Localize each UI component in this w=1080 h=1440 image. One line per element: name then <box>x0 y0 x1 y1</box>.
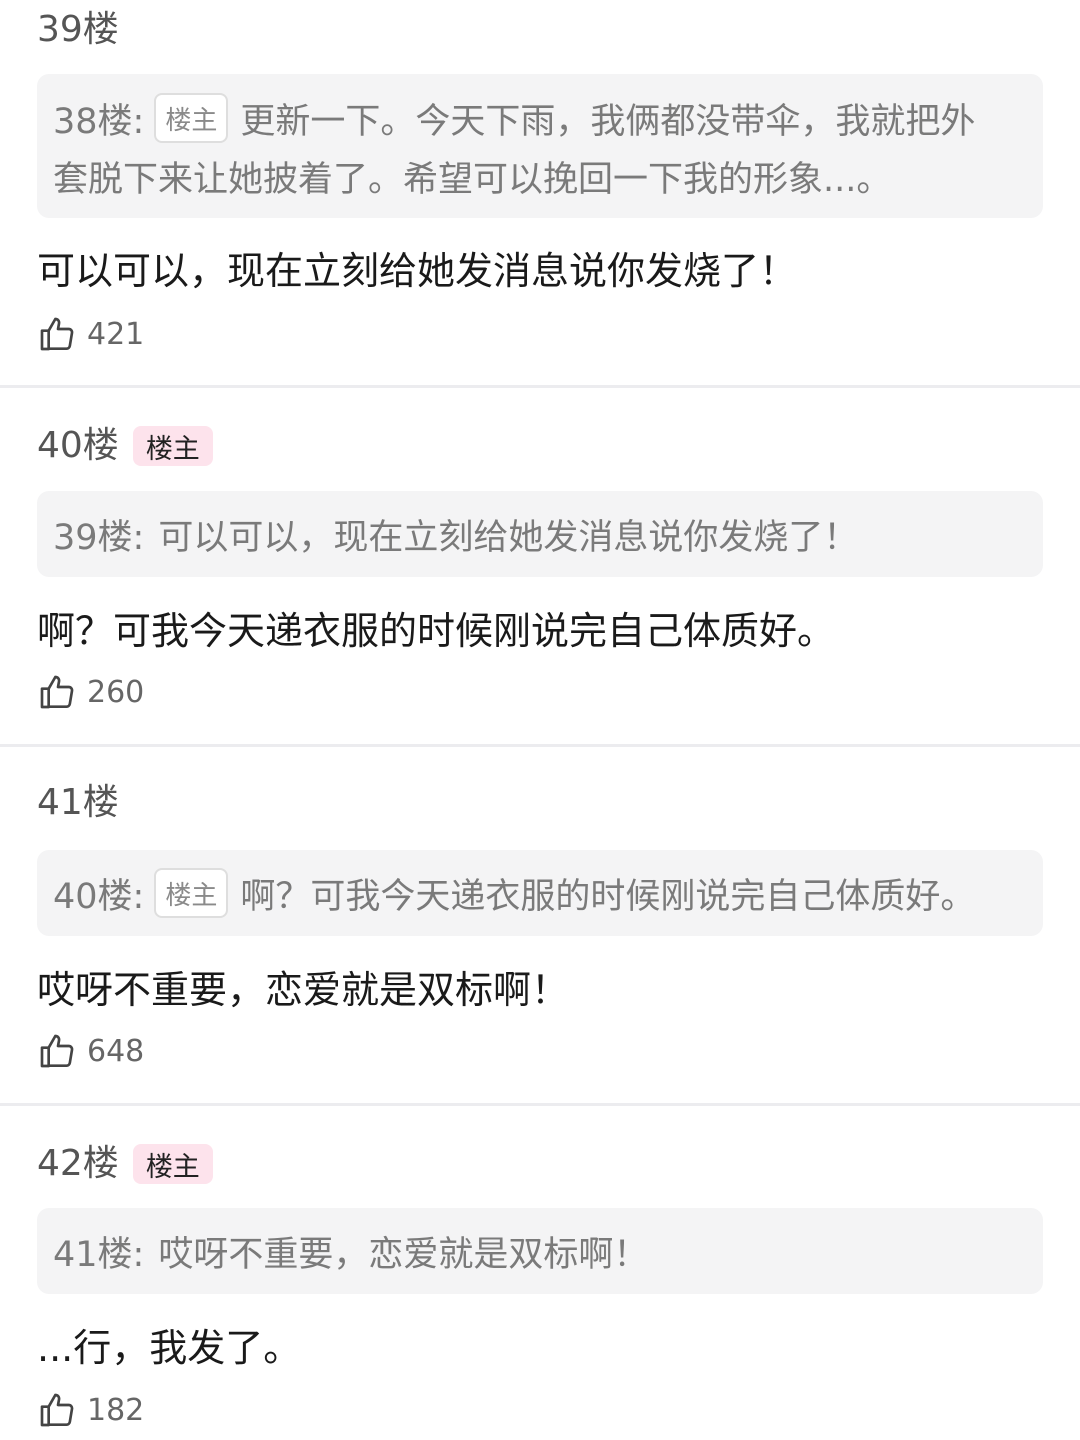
like-button[interactable]: 260 <box>37 672 144 712</box>
post-40: 40楼 楼主 39楼: 可以可以，现在立刻给她发消息说你发烧了！ 啊？可我今天递… <box>0 388 1080 744</box>
post-42: 42楼 楼主 41楼: 哎呀不重要，恋爱就是双标啊！ ...行，我发了。 182 <box>0 1106 1080 1440</box>
thumbs-up-icon <box>40 1393 74 1427</box>
like-count: 260 <box>87 674 145 710</box>
quote-text-line2: 套脱下来让她披着了。希望可以挽回一下我的形象...。 <box>53 159 892 200</box>
quote-op-badge: 楼主 <box>154 93 229 143</box>
quote-op-badge: 楼主 <box>154 868 229 918</box>
floor-header: 41楼 <box>37 785 119 821</box>
quote-text: 可以可以，现在立刻给她发消息说你发烧了！ <box>158 517 859 558</box>
quote-text: 啊？可我今天递衣服的时候刚说完自己体质好。 <box>240 876 976 917</box>
quote-ref: 39楼: <box>53 517 145 558</box>
reply-text: 哎呀不重要，恋爱就是双标啊！ <box>37 968 570 1012</box>
post-41: 41楼 40楼: 楼主 啊？可我今天递衣服的时候刚说完自己体质好。 哎呀不重要，… <box>0 747 1080 1103</box>
quoted-reply[interactable]: 41楼: 哎呀不重要，恋爱就是双标啊！ <box>37 1208 1043 1294</box>
quote-ref: 40楼: <box>53 876 145 917</box>
quoted-reply[interactable]: 39楼: 可以可以，现在立刻给她发消息说你发烧了！ <box>37 491 1043 577</box>
like-count: 648 <box>87 1033 145 1069</box>
thumbs-up-icon <box>40 317 74 351</box>
floor-header: 40楼 楼主 <box>37 426 213 466</box>
reply-text: 啊？可我今天递衣服的时候刚说完自己体质好。 <box>37 609 836 653</box>
floor-header: 39楼 <box>37 12 119 48</box>
like-button[interactable]: 421 <box>37 314 144 354</box>
thumbs-up-icon <box>40 675 74 709</box>
post-39: 39楼 38楼: 楼主 更新一下。今天下雨，我俩都没带伞，我就把外 套脱下来让她… <box>0 0 1080 386</box>
thumbs-up-icon <box>40 1034 74 1068</box>
op-badge: 楼主 <box>132 1144 213 1184</box>
floor-number: 39楼 <box>37 9 119 50</box>
like-count: 182 <box>87 1392 145 1428</box>
like-count: 421 <box>87 316 145 352</box>
floor-number: 40楼 <box>37 425 119 466</box>
quoted-reply[interactable]: 40楼: 楼主 啊？可我今天递衣服的时候刚说完自己体质好。 <box>37 850 1043 936</box>
like-button[interactable]: 648 <box>37 1031 144 1071</box>
reply-text: 可以可以，现在立刻给她发消息说你发烧了！ <box>37 249 798 293</box>
quote-text-line1: 更新一下。今天下雨，我俩都没带伞，我就把外 <box>240 101 976 142</box>
quote-ref: 38楼: <box>53 101 145 142</box>
floor-header: 42楼 楼主 <box>37 1144 213 1184</box>
floor-number: 41楼 <box>37 782 119 823</box>
floor-number: 42楼 <box>37 1143 119 1184</box>
quote-text: 哎呀不重要，恋爱就是双标啊！ <box>158 1234 649 1275</box>
quoted-reply[interactable]: 38楼: 楼主 更新一下。今天下雨，我俩都没带伞，我就把外 套脱下来让她披着了。… <box>37 74 1043 218</box>
op-badge: 楼主 <box>132 426 213 466</box>
quote-ref: 41楼: <box>53 1234 145 1275</box>
like-button[interactable]: 182 <box>37 1390 144 1430</box>
reply-text: ...行，我发了。 <box>37 1326 302 1370</box>
